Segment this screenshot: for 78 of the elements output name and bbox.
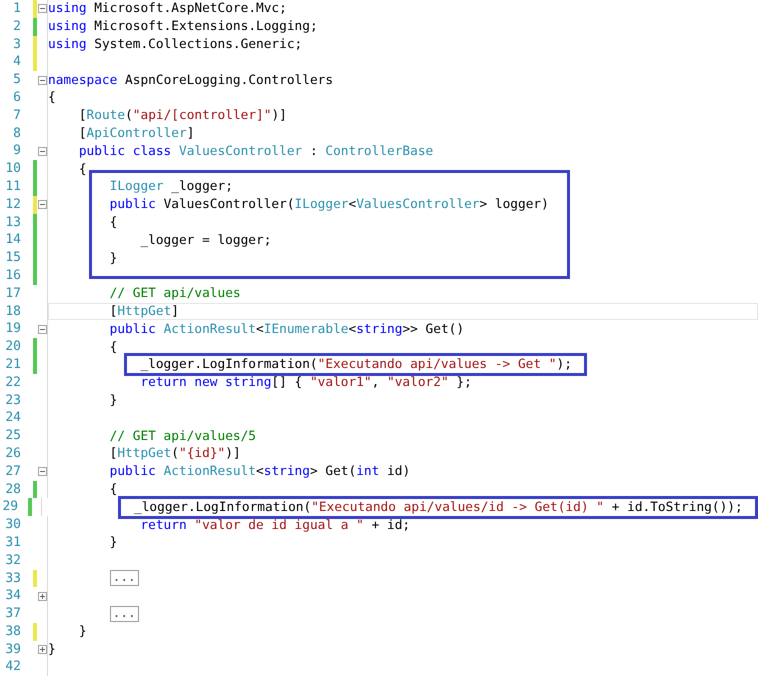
line-number: 29 xyxy=(1,498,18,516)
line-number: 18 xyxy=(4,302,21,320)
code-line: [ApiController] xyxy=(78,126,194,141)
code-line: _logger.LogInformation("Executando api/values -> Get "); xyxy=(140,357,572,372)
code-line: } xyxy=(110,392,118,408)
line-number: 20 xyxy=(4,338,21,356)
line-number: 33 xyxy=(4,570,21,588)
line-number: 2 xyxy=(12,18,21,36)
line-number: 12 xyxy=(4,196,21,214)
line-number: 3 xyxy=(12,36,21,54)
code-line: // GET api/values xyxy=(110,286,241,302)
line-number: 11 xyxy=(4,178,21,196)
line-number: 10 xyxy=(4,160,21,178)
line-number: 22 xyxy=(4,374,21,392)
line-number: 30 xyxy=(4,516,21,534)
line-number: 24 xyxy=(4,409,21,428)
code-line: } xyxy=(78,624,87,640)
line-number: 7 xyxy=(12,106,21,125)
code-line: _logger.LogInformation("Executando api/values/id -> Get(id) " + id.ToString()); xyxy=(134,500,743,515)
code-line: public class ValuesController : ControllerBase xyxy=(78,144,434,159)
code-line: _logger = logger; xyxy=(140,232,272,248)
line-number: 16 xyxy=(4,266,21,285)
code-line: } xyxy=(110,250,118,266)
code-line: using Microsoft.Extensions.Logging; xyxy=(48,19,318,34)
line-number: 8 xyxy=(12,124,21,142)
line-number: 6 xyxy=(12,88,21,107)
code-line: ILogger _logger; xyxy=(110,179,233,194)
line-number: 38 xyxy=(4,622,21,641)
line-number: 37 xyxy=(4,605,21,623)
line-number: 1 xyxy=(12,0,21,18)
line-number: 39 xyxy=(4,640,21,658)
code-line: { xyxy=(110,482,118,497)
expand-icon[interactable] xyxy=(38,592,46,601)
line-number: 9 xyxy=(12,142,21,160)
code-line: } xyxy=(48,642,56,658)
line-number: 31 xyxy=(4,534,21,552)
line-number: 4 xyxy=(12,53,21,72)
code-line: { xyxy=(48,90,56,106)
collapsed-code-marker[interactable]: ... xyxy=(110,606,139,622)
code-line: // GET api/values/5 xyxy=(110,428,256,444)
collapse-icon[interactable] xyxy=(38,324,46,334)
line-number: 21 xyxy=(4,356,21,374)
code-line: using Microsoft.AspNetCore.Mvc; xyxy=(48,1,287,16)
code-line: return new string[] { "valor1", "valor2" }; xyxy=(140,375,472,390)
line-number: 19 xyxy=(4,320,21,338)
line-number: 34 xyxy=(4,587,21,606)
line-number: 17 xyxy=(4,284,21,303)
code-line: [HttpGet] xyxy=(110,304,179,319)
expand-icon[interactable] xyxy=(38,645,46,654)
line-number: 15 xyxy=(4,249,21,267)
collapse-icon[interactable] xyxy=(38,467,46,476)
line-number: 13 xyxy=(4,214,21,232)
collapse-icon[interactable] xyxy=(38,146,46,156)
code-line: return "valor de id igual a " + id; xyxy=(140,518,410,532)
code-line: using System.Collections.Generic; xyxy=(48,36,302,52)
code-line: { xyxy=(110,214,118,230)
line-number: 5 xyxy=(12,71,21,89)
collapse-icon[interactable] xyxy=(38,76,46,85)
code-line: [Route("api/[controller]")] xyxy=(78,108,287,124)
code-line: public ValuesController(ILogger<ValuesController> logger) xyxy=(110,197,549,212)
code-line: public ActionResult<string> Get(int id) xyxy=(110,464,410,480)
collapsed-code-marker[interactable]: ... xyxy=(110,570,139,586)
line-number: 32 xyxy=(4,552,21,570)
line-number: 14 xyxy=(4,231,21,250)
line-number: 25 xyxy=(4,427,21,445)
line-number: 26 xyxy=(4,444,21,463)
code-line: { xyxy=(78,162,87,177)
line-number: 28 xyxy=(4,480,21,498)
line-number: 23 xyxy=(4,392,21,410)
code-line: [HttpGet("{id}")] xyxy=(110,446,241,462)
code-line: } xyxy=(110,535,118,550)
collapse-icon[interactable] xyxy=(38,200,46,210)
code-line: { xyxy=(110,340,118,355)
line-number: 27 xyxy=(4,462,21,481)
code-line: namespace AspnCoreLogging.Controllers xyxy=(48,72,334,88)
line-number: 42 xyxy=(4,658,21,676)
collapse-icon[interactable] xyxy=(38,4,46,14)
code-line: public ActionResult<IEnumerable<string>> Get() xyxy=(110,322,464,337)
